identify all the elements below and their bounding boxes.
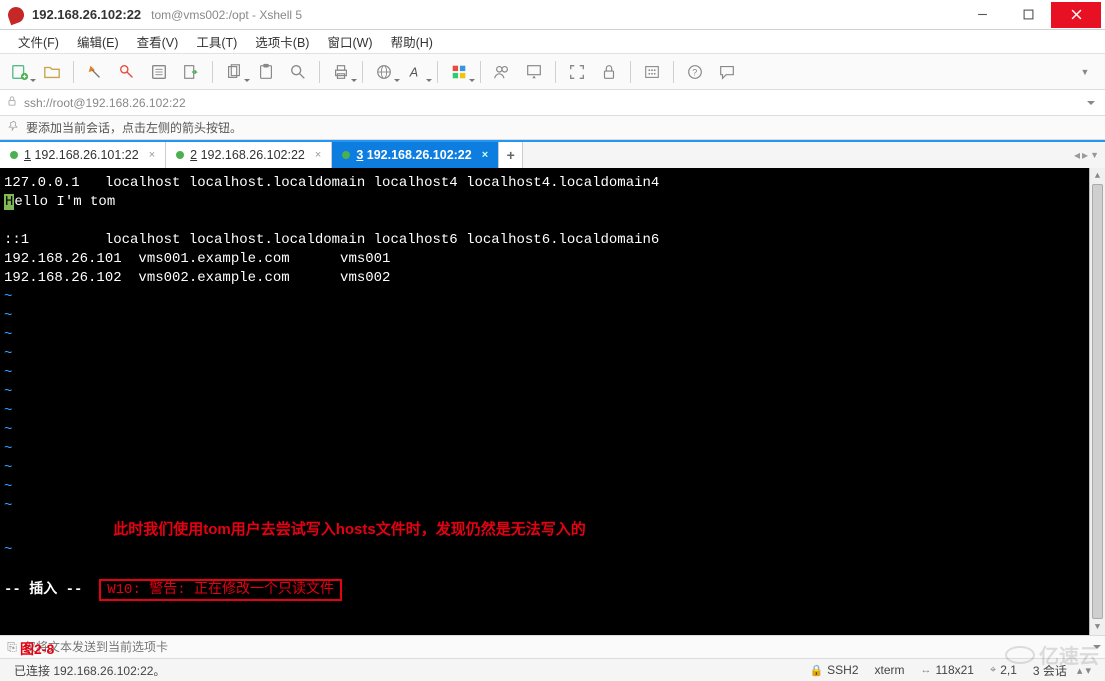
status-bar: 已连接 192.168.26.102:22。 🔒SSH2 xterm ↔118x… xyxy=(0,659,1105,681)
fullscreen-button[interactable] xyxy=(563,58,591,86)
tab-next-icon[interactable]: ▸ xyxy=(1082,148,1088,162)
tab-prev-icon[interactable]: ◂ xyxy=(1074,148,1080,162)
terminal-content[interactable]: 127.0.0.1 localhost localhost.localdomai… xyxy=(0,168,1089,635)
session-tab-strip: 1 192.168.26.101:22 × 2 192.168.26.102:2… xyxy=(0,140,1105,168)
session-tab-3[interactable]: 3 192.168.26.102:22 × xyxy=(332,142,499,168)
import-button[interactable] xyxy=(177,58,205,86)
reconnect-button[interactable] xyxy=(81,58,109,86)
users-button[interactable] xyxy=(488,58,516,86)
menu-file[interactable]: 文件(F) xyxy=(10,29,67,54)
svg-text:A: A xyxy=(409,65,418,79)
command-input-bar: ⎘ 图2-8 xyxy=(0,635,1105,659)
menu-window[interactable]: 窗口(W) xyxy=(319,29,380,54)
svg-text:?: ? xyxy=(692,67,697,77)
search-button[interactable] xyxy=(284,58,312,86)
session-tab-1[interactable]: 1 192.168.26.101:22 × xyxy=(0,142,166,168)
lock-icon xyxy=(6,95,18,110)
new-session-button[interactable] xyxy=(6,58,34,86)
terminal-pane: 127.0.0.1 localhost localhost.localdomai… xyxy=(0,168,1105,635)
help-button[interactable]: ? xyxy=(681,58,709,86)
scroll-thumb[interactable] xyxy=(1092,184,1103,619)
tab-close-icon[interactable]: × xyxy=(482,149,488,161)
print-button[interactable] xyxy=(327,58,355,86)
title-bar: 192.168.26.102:22 tom@vms002:/opt - Xshe… xyxy=(0,0,1105,30)
tab-close-icon[interactable]: × xyxy=(149,149,155,161)
hint-text: 要添加当前会话，点击左侧的箭头按钮。 xyxy=(26,119,242,136)
pin-icon[interactable] xyxy=(8,120,20,135)
font-button[interactable]: A xyxy=(402,58,430,86)
menu-edit[interactable]: 编辑(E) xyxy=(69,29,127,54)
input-dropdown-icon[interactable] xyxy=(1093,645,1101,649)
menu-bar: 文件(F) 编辑(E) 查看(V) 工具(T) 选项卡(B) 窗口(W) 帮助(… xyxy=(0,30,1105,54)
window-title-sub: tom@vms002:/opt - Xshell 5 xyxy=(151,8,302,22)
menu-tabs[interactable]: 选项卡(B) xyxy=(247,29,317,54)
scroll-up-icon[interactable]: ▲ xyxy=(1090,168,1105,184)
language-button[interactable] xyxy=(370,58,398,86)
status-dot-icon xyxy=(342,151,350,159)
lock-button[interactable] xyxy=(595,58,623,86)
open-button[interactable] xyxy=(38,58,66,86)
toolbar: A ? ▼ xyxy=(0,54,1105,90)
paste-button[interactable] xyxy=(252,58,280,86)
transfer-button[interactable] xyxy=(520,58,548,86)
status-connection: 已连接 192.168.26.102:22。 xyxy=(6,662,173,679)
menu-view[interactable]: 查看(V) xyxy=(129,29,187,54)
address-bar: ssh://root@192.168.26.102:22 xyxy=(0,90,1105,116)
command-input[interactable] xyxy=(24,640,1089,654)
size-icon: ↔ xyxy=(921,664,932,676)
chat-button[interactable] xyxy=(713,58,741,86)
session-tab-2[interactable]: 2 192.168.26.102:22 × xyxy=(166,142,332,168)
app-icon xyxy=(6,4,27,25)
address-text[interactable]: ssh://root@192.168.26.102:22 xyxy=(24,96,186,110)
status-session-count: 3 会话▴ ▾ xyxy=(1025,662,1099,679)
minimize-button[interactable] xyxy=(959,2,1005,28)
tab-close-icon[interactable]: × xyxy=(315,149,321,161)
status-cursor-pos: ⌖2,1 xyxy=(982,663,1025,677)
maximize-button[interactable] xyxy=(1005,2,1051,28)
tab-menu-icon[interactable]: ▼ xyxy=(1090,150,1099,160)
close-button[interactable] xyxy=(1051,2,1101,28)
keypad-button[interactable] xyxy=(638,58,666,86)
status-terminal-type: xterm xyxy=(867,663,913,677)
status-dot-icon xyxy=(176,151,184,159)
disconnect-button[interactable] xyxy=(113,58,141,86)
terminal-scrollbar[interactable]: ▲ ▼ xyxy=(1089,168,1105,635)
menu-help[interactable]: 帮助(H) xyxy=(383,29,441,54)
window-title-main: 192.168.26.102:22 xyxy=(32,7,141,22)
copy-button[interactable] xyxy=(220,58,248,86)
input-icon: ⎘ xyxy=(4,639,20,655)
menu-tools[interactable]: 工具(T) xyxy=(188,29,245,54)
new-tab-button[interactable]: + xyxy=(499,142,523,168)
lock-icon: 🔒 xyxy=(809,664,823,677)
cursor-icon: ⌖ xyxy=(990,664,996,677)
address-dropdown-icon[interactable] xyxy=(1087,101,1095,105)
scroll-down-icon[interactable]: ▼ xyxy=(1090,619,1105,635)
status-dot-icon xyxy=(10,151,18,159)
hint-bar: 要添加当前会话，点击左侧的箭头按钮。 xyxy=(0,116,1105,140)
toolbar-overflow-button[interactable]: ▼ xyxy=(1071,58,1099,86)
status-size: ↔118x21 xyxy=(913,663,982,677)
properties-button[interactable] xyxy=(145,58,173,86)
status-protocol: 🔒SSH2 xyxy=(801,663,866,677)
color-button[interactable] xyxy=(445,58,473,86)
